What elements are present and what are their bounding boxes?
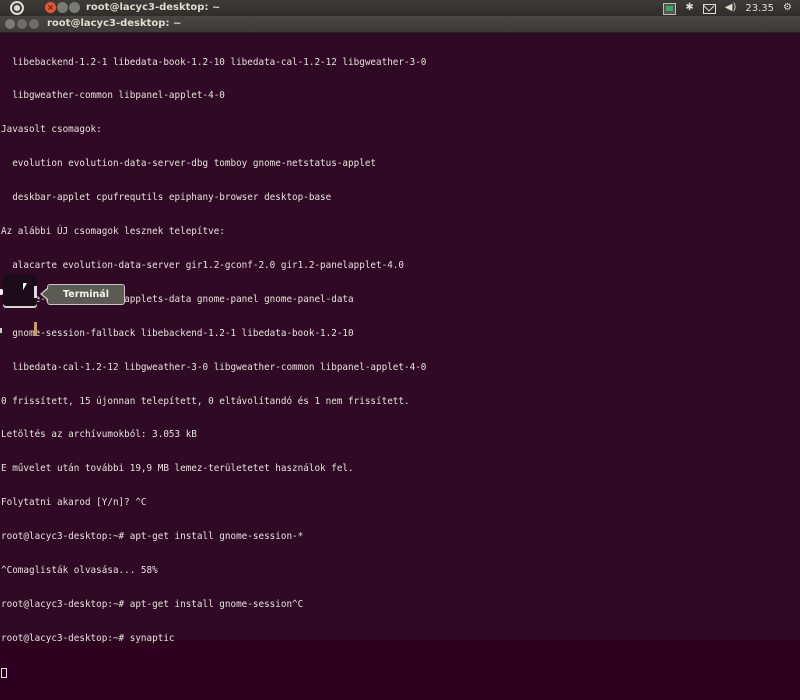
launcher-item-edge[interactable] bbox=[34, 322, 37, 336]
terminal-window-title: root@lacyc3-desktop: ~ bbox=[47, 18, 182, 29]
terminal-line: Javasolt csomagok: bbox=[1, 124, 102, 136]
launcher-running-indicator bbox=[0, 328, 2, 333]
panel-window-title: root@lacyc3-desktop: ~ bbox=[86, 2, 221, 13]
terminal-output: libebackend-1.2-1 libedata-book-1.2-10 l… bbox=[1, 34, 426, 700]
maximize-window-button[interactable] bbox=[69, 2, 80, 13]
terminal-line: 0 frissített, 15 újonnan telepített, 0 e… bbox=[1, 395, 410, 407]
minimize-window-button[interactable] bbox=[57, 2, 68, 13]
terminal-line: E művelet után további 19,9 MB lemez-ter… bbox=[1, 463, 354, 475]
launcher-tooltip: Terminál bbox=[40, 284, 125, 305]
volume-icon[interactable]: ◀) bbox=[725, 2, 737, 14]
indicator-area: ✱ ◀) 23.35 ⚙ bbox=[663, 2, 792, 15]
terminal-line: deskbar-applet cpufrequtils epiphany-bro… bbox=[1, 192, 332, 204]
dash-home-icon[interactable] bbox=[10, 1, 24, 15]
launcher-focus-indicator bbox=[34, 286, 37, 298]
terminal-line: root@lacyc3-desktop:~# synaptic bbox=[1, 632, 175, 644]
terminal-line: root@lacyc3-desktop:~# apt-get install g… bbox=[1, 531, 304, 543]
terminal-line: alacarte evolution-data-server gir1.2-gc… bbox=[1, 259, 404, 271]
terminal-line: Az alábbi ÚJ csomagok lesznek telepítve: bbox=[1, 226, 225, 238]
gear-icon[interactable]: ⚙ bbox=[783, 2, 792, 14]
terminal-line: libebackend-1.2-1 libedata-book-1.2-10 l… bbox=[1, 56, 427, 68]
terminal-line: gnome-session-fallback libebackend-1.2-1… bbox=[1, 327, 354, 339]
close-window-button[interactable]: × bbox=[45, 2, 56, 13]
bluetooth-icon[interactable]: ✱ bbox=[685, 2, 693, 14]
terminal-line: libedata-cal-1.2-12 libgweather-3-0 libg… bbox=[1, 361, 427, 373]
terminal-minimize-button[interactable] bbox=[17, 19, 27, 29]
terminal-area[interactable]: libebackend-1.2-1 libedata-book-1.2-10 l… bbox=[0, 33, 800, 678]
clock[interactable]: 23.35 bbox=[745, 3, 774, 14]
tooltip-label: Terminál bbox=[63, 289, 109, 300]
terminal-line: evolution evolution-data-server-dbg tomb… bbox=[1, 158, 377, 170]
mail-icon[interactable] bbox=[702, 4, 716, 14]
mouse-pointer-icon bbox=[22, 283, 27, 292]
terminal-launcher-icon[interactable] bbox=[3, 274, 37, 308]
terminal-line: libgweather-common libpanel-applet-4-0 bbox=[1, 90, 225, 102]
terminal-close-button[interactable] bbox=[5, 19, 15, 29]
terminal-line: ^Comaglisták olvasása... 58% bbox=[1, 564, 158, 576]
terminal-line: Letöltés az archívumokból: 3.053 kB bbox=[1, 429, 197, 441]
top-panel: × root@lacyc3-desktop: ~ ✱ ◀) 23.35 ⚙ bbox=[0, 0, 800, 16]
terminal-line: Folytatni akarod [Y/n]? ^C bbox=[1, 497, 147, 509]
terminal-window-header[interactable]: root@lacyc3-desktop: ~ bbox=[0, 16, 800, 33]
network-icon[interactable] bbox=[663, 3, 677, 15]
terminal-maximize-button[interactable] bbox=[29, 19, 39, 29]
terminal-cursor bbox=[1, 667, 7, 678]
terminal-line: root@lacyc3-desktop:~# apt-get install g… bbox=[1, 598, 304, 610]
